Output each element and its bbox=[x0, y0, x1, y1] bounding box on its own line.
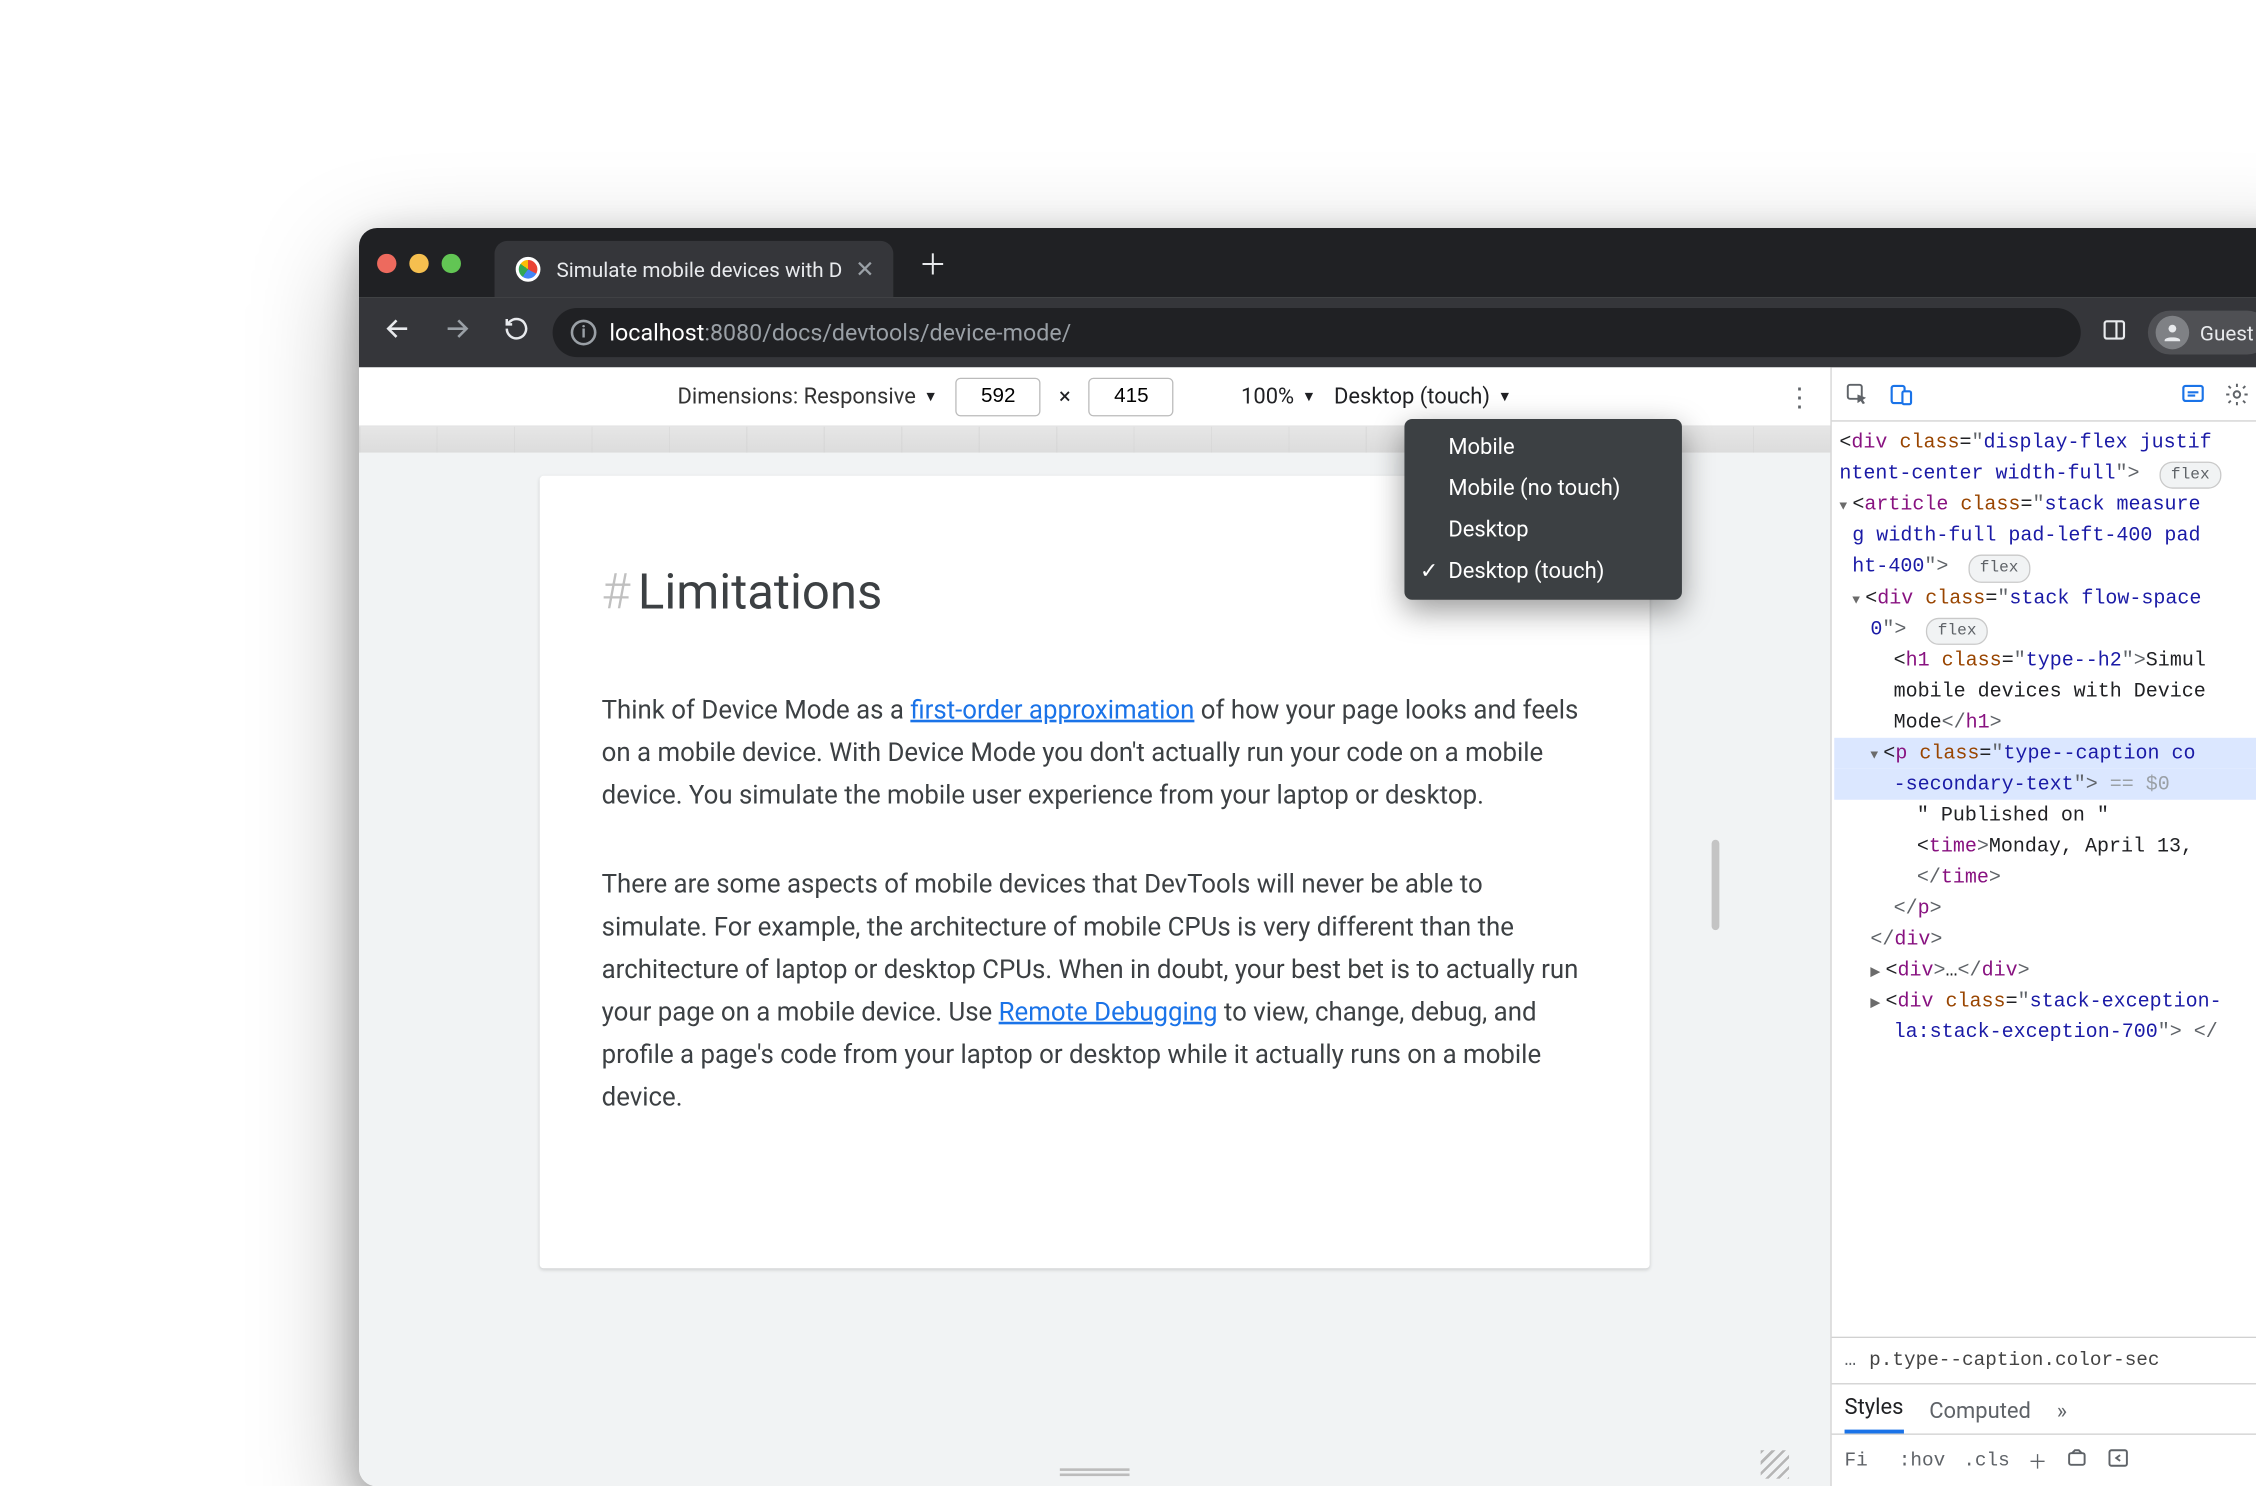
styles-toolbar: Fi :hov .cls ＋ bbox=[1832, 1434, 2256, 1486]
color-format-icon[interactable] bbox=[2065, 1445, 2088, 1475]
devtools-toolbar: ⋮ ✕ bbox=[1832, 367, 2256, 421]
computed-sidebar-icon[interactable] bbox=[2107, 1445, 2130, 1475]
zoom-dropdown[interactable]: 100% ▼ bbox=[1241, 383, 1316, 409]
toggle-device-toolbar-icon[interactable] bbox=[1888, 380, 1914, 406]
menu-item-mobile-no-touch[interactable]: Mobile (no touch) bbox=[1404, 468, 1681, 509]
styles-tab-bar: Styles Computed » bbox=[1832, 1383, 2256, 1435]
window-controls bbox=[377, 253, 461, 272]
minimize-window[interactable] bbox=[409, 253, 428, 272]
back-button[interactable] bbox=[374, 314, 420, 350]
forward-button[interactable] bbox=[434, 314, 480, 350]
device-toolbar-more-button[interactable]: ⋮ bbox=[1786, 380, 1812, 411]
tab-more[interactable]: » bbox=[2057, 1398, 2067, 1433]
width-input[interactable] bbox=[956, 377, 1041, 416]
close-tab-icon[interactable]: ✕ bbox=[855, 255, 874, 282]
height-input[interactable] bbox=[1089, 377, 1174, 416]
menu-item-mobile[interactable]: Mobile bbox=[1404, 426, 1681, 467]
device-toolbar: Dimensions: Responsive ▼ × 100% ▼ Deskto… bbox=[359, 367, 1830, 426]
browser-window: Simulate mobile devices with D ✕ ＋ i loc… bbox=[359, 228, 2256, 1486]
page-paragraph: Think of Device Mode as a first-order ap… bbox=[602, 688, 1588, 816]
browser-tab[interactable]: Simulate mobile devices with D ✕ bbox=[495, 240, 893, 297]
scrollbar-thumb[interactable] bbox=[1712, 839, 1720, 929]
toggle-hov-button[interactable]: :hov bbox=[1899, 1449, 1945, 1471]
styles-filter-input[interactable]: Fi bbox=[1845, 1449, 1881, 1471]
caret-down-icon: ▼ bbox=[1498, 388, 1512, 405]
browser-toolbar: i localhost:8080/docs/devtools/device-mo… bbox=[359, 297, 2256, 367]
caret-down-icon: ▼ bbox=[1302, 388, 1316, 405]
tab-strip: Simulate mobile devices with D ✕ ＋ bbox=[359, 228, 2256, 298]
breadcrumb-current[interactable]: p.type--caption.color-sec bbox=[1869, 1349, 2256, 1371]
caret-down-icon: ▼ bbox=[924, 388, 938, 405]
menu-item-desktop-touch[interactable]: Desktop (touch) bbox=[1404, 550, 1681, 591]
settings-gear-icon[interactable] bbox=[2224, 380, 2250, 406]
profile-label: Guest bbox=[2200, 320, 2254, 345]
close-window[interactable] bbox=[377, 253, 396, 272]
device-type-menu: Mobile Mobile (no touch) Desktop Desktop… bbox=[1404, 419, 1681, 600]
chrome-favicon-icon bbox=[516, 256, 541, 281]
devtools-panel: ⋮ ✕ <div class="display-flex justif nten… bbox=[1830, 367, 2256, 1486]
elements-dom-tree[interactable]: <div class="display-flex justif ntent-ce… bbox=[1832, 421, 2256, 1336]
inspect-element-icon[interactable] bbox=[1845, 380, 1871, 406]
url-text: localhost:8080/docs/devtools/device-mode… bbox=[609, 318, 1071, 345]
tab-styles[interactable]: Styles bbox=[1845, 1394, 1904, 1433]
menu-item-desktop[interactable]: Desktop bbox=[1404, 509, 1681, 550]
anchor-hash-icon[interactable]: # bbox=[602, 564, 631, 621]
page-paragraph: There are some aspects of mobile devices… bbox=[602, 862, 1588, 1118]
new-style-rule-icon[interactable]: ＋ bbox=[2028, 1447, 2047, 1474]
viewport-resize-corner[interactable] bbox=[1761, 1450, 1789, 1478]
dimensions-dropdown[interactable]: Dimensions: Responsive ▼ bbox=[678, 383, 938, 409]
link-remote-debugging[interactable]: Remote Debugging bbox=[999, 995, 1218, 1026]
breadcrumb-overflow-icon[interactable]: … bbox=[1845, 1349, 1857, 1371]
avatar-icon bbox=[2156, 315, 2190, 349]
device-mode-pane: Dimensions: Responsive ▼ × 100% ▼ Deskto… bbox=[359, 367, 1830, 1486]
device-type-dropdown[interactable]: Desktop (touch) ▼ bbox=[1334, 383, 1512, 409]
tab-title: Simulate mobile devices with D bbox=[556, 257, 842, 282]
profile-badge[interactable]: Guest bbox=[2148, 310, 2256, 354]
toggle-cls-button[interactable]: .cls bbox=[1963, 1449, 2009, 1471]
side-panel-icon[interactable] bbox=[2094, 316, 2135, 348]
console-messages-icon[interactable] bbox=[2180, 380, 2206, 406]
viewport-resize-handle[interactable] bbox=[1060, 1468, 1130, 1476]
new-tab-button[interactable]: ＋ bbox=[911, 240, 955, 284]
reload-button[interactable] bbox=[493, 315, 539, 349]
dim-separator: × bbox=[1059, 383, 1071, 409]
link-first-order-approximation[interactable]: first-order approximation bbox=[910, 693, 1194, 724]
tab-computed[interactable]: Computed bbox=[1929, 1398, 2031, 1433]
site-info-icon[interactable]: i bbox=[571, 319, 597, 345]
maximize-window[interactable] bbox=[442, 253, 461, 272]
address-bar[interactable]: i localhost:8080/docs/devtools/device-mo… bbox=[553, 308, 2082, 357]
breadcrumb-bar[interactable]: … p.type--caption.color-sec … bbox=[1832, 1336, 2256, 1382]
